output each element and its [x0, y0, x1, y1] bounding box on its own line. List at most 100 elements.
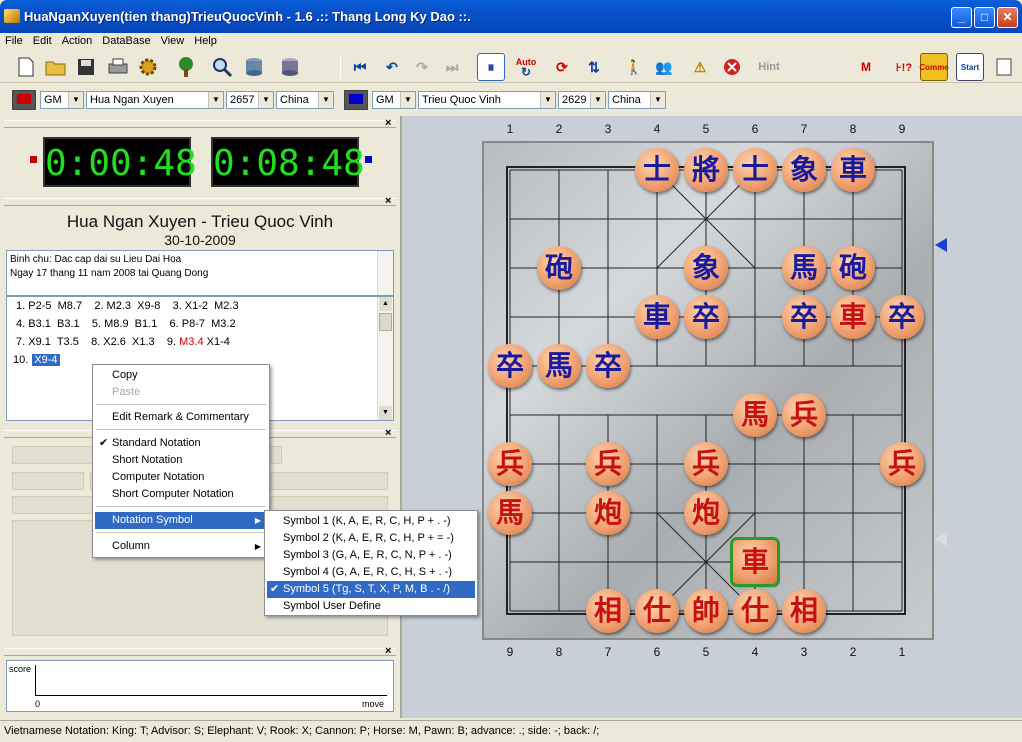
piece-r-cannon-3[interactable]: 炮 [586, 491, 630, 535]
close-button[interactable]: ✕ [997, 7, 1018, 28]
remark-box[interactable]: Binh chu: Dac cap dai su Lieu Dai Hoa Ng… [6, 250, 394, 296]
menu-symbol-2[interactable]: Symbol 2 (K, A, E, R, C, H, P + = -) [267, 530, 475, 547]
flip-board-icon[interactable]: ⇅ [580, 53, 608, 81]
piece-b-cannon-r[interactable]: 砲 [831, 246, 875, 290]
piece-r-advisor-l[interactable]: 仕 [635, 589, 679, 633]
piece-r-pawn-3[interactable]: 兵 [586, 442, 630, 486]
maximize-button[interactable]: □ [974, 7, 995, 28]
database-icon[interactable] [240, 53, 268, 81]
blue-title-select[interactable]: GM ▼ [372, 91, 416, 109]
xiangqi-board[interactable] [482, 141, 934, 640]
menu-file[interactable]: File [0, 33, 28, 49]
blue-elo-select[interactable]: 2629 ▼ [558, 91, 606, 109]
selected-move[interactable]: X9-4 [32, 354, 60, 366]
last-move-icon[interactable]: ⏭ [438, 53, 466, 81]
piece-b-elephant-r[interactable]: 象 [782, 148, 826, 192]
menu-symbol-user-define[interactable]: Symbol User Define [267, 598, 475, 615]
start-button[interactable]: Start [956, 53, 984, 81]
menu-copy[interactable]: Copy [95, 367, 267, 384]
search-icon[interactable] [208, 53, 236, 81]
scroll-thumb[interactable] [379, 313, 392, 331]
settings-gear-icon[interactable] [134, 53, 162, 81]
menu-symbol-4[interactable]: Symbol 4 (G, A, E, R, C, H, S + . -) [267, 564, 475, 581]
menu-notation-symbol[interactable]: Notation Symbol ▶ [95, 512, 267, 529]
menu-short-computer-notation[interactable]: Short Computer Notation [95, 486, 267, 503]
piece-r-king[interactable]: 帥 [684, 589, 728, 633]
piece-r-pawn-9[interactable]: 兵 [880, 442, 924, 486]
menu-short-notation[interactable]: Short Notation [95, 452, 267, 469]
piece-b-cannon-l[interactable]: 砲 [537, 246, 581, 290]
menu-computer-notation[interactable]: Computer Notation [95, 469, 267, 486]
tree-icon[interactable] [172, 53, 200, 81]
piece-r-horse-1[interactable]: 馬 [488, 491, 532, 535]
rotate-board-icon[interactable]: ⟳ [548, 53, 576, 81]
menu-symbol-1[interactable]: Symbol 1 (K, A, E, R, C, H, P + . -) [267, 513, 475, 530]
save-icon[interactable] [72, 53, 100, 81]
red-elo-select[interactable]: 2657 ▼ [226, 91, 274, 109]
menu-paste[interactable]: Paste [95, 384, 267, 401]
move-row[interactable]: 7. X9.1 T3.5 8. X2.6 X1.3 9. M3.4 X1-4 [13, 334, 230, 350]
piece-b-chariot-r[interactable]: 車 [831, 148, 875, 192]
redo-icon[interactable]: ↷ [408, 53, 436, 81]
pause-icon[interactable]: ⏸ [477, 53, 505, 81]
minimize-button[interactable]: _ [951, 7, 972, 28]
piece-r-horse-6[interactable]: 馬 [733, 393, 777, 437]
scroll-down-icon[interactable]: ▼ [379, 406, 392, 420]
piece-b-advisor-l[interactable]: 士 [635, 148, 679, 192]
red-country-select[interactable]: China ▼ [276, 91, 334, 109]
move-list-scrollbar[interactable]: ▲ ▼ [377, 297, 393, 420]
piece-r-pawn-1[interactable]: 兵 [488, 442, 532, 486]
piece-b-pawn-5[interactable]: 卒 [684, 295, 728, 339]
print-icon[interactable] [104, 53, 132, 81]
piece-b-pawn-7[interactable]: 卒 [782, 295, 826, 339]
players-icon[interactable]: 👥 [650, 53, 678, 81]
red-player-select[interactable]: Hua Ngan Xuyen ▼ [86, 91, 224, 109]
piece-b-elephant-m[interactable]: 象 [684, 246, 728, 290]
piece-b-king[interactable]: 將 [684, 148, 728, 192]
menu-view[interactable]: View [156, 33, 190, 49]
piece-b-horse-r[interactable]: 馬 [782, 246, 826, 290]
menu-symbol-5[interactable]: ✔ Symbol 5 (Tg, S, T, X, P, M, B . - /) [267, 581, 475, 598]
menu-edit-remark[interactable]: Edit Remark & Commentary [95, 409, 267, 426]
move-annotation-icon[interactable]: M [852, 53, 880, 81]
menu-edit[interactable]: Edit [28, 33, 57, 49]
database-export-icon[interactable] [276, 53, 304, 81]
piece-r-pawn-7[interactable]: 兵 [782, 393, 826, 437]
menu-standard-notation[interactable]: ✔ Standard Notation [95, 435, 267, 452]
auto-play-button[interactable]: Auto ↻ [512, 53, 540, 81]
menu-help[interactable]: Help [189, 33, 222, 49]
move-row[interactable]: 1. P2-5 M8.7 2. M2.3 X9-8 3. X1-2 M2.3 [13, 298, 239, 314]
warning-icon[interactable]: ⚠ [686, 53, 714, 81]
new-file-icon[interactable] [12, 53, 40, 81]
remark-scrollbar[interactable] [377, 251, 393, 295]
scroll-up-icon[interactable]: ▲ [379, 297, 392, 311]
move-row[interactable]: 4. B3.1 B3.1 5. M8.9 B1.1 6. P8-7 M3.2 [13, 316, 236, 332]
piece-b-advisor-r[interactable]: 士 [733, 148, 777, 192]
piece-r-chariot[interactable]: 車 [730, 537, 780, 587]
blue-player-select[interactable]: Trieu Quoc Vinh ▼ [418, 91, 556, 109]
undo-icon[interactable]: ↶ [378, 53, 406, 81]
evaluation-icon[interactable]: ⊦!? [890, 53, 918, 81]
menu-symbol-3[interactable]: Symbol 3 (G, A, E, R, C, N, P + . -) [267, 547, 475, 564]
first-move-icon[interactable]: ⏮ [346, 53, 374, 81]
piece-b-pawn-1[interactable]: 卒 [488, 344, 532, 388]
red-title-select[interactable]: GM ▼ [40, 91, 84, 109]
walk-icon[interactable]: 🚶 [620, 53, 648, 81]
piece-b-pawn-9[interactable]: 卒 [880, 295, 924, 339]
panel-icon[interactable] [990, 53, 1018, 81]
piece-r-elephant-l[interactable]: 相 [586, 589, 630, 633]
piece-b-chariot-l[interactable]: 車 [635, 295, 679, 339]
piece-r-pawn-5[interactable]: 兵 [684, 442, 728, 486]
comment-button[interactable]: Comme [919, 53, 949, 81]
piece-r-cannon-5[interactable]: 炮 [684, 491, 728, 535]
menu-database[interactable]: DataBase [97, 33, 155, 49]
stop-icon[interactable] [718, 53, 746, 81]
move-row[interactable]: 10. X9-4 [13, 352, 60, 368]
menu-column[interactable]: Column ▶ [95, 538, 267, 555]
piece-b-pawn-3[interactable]: 卒 [586, 344, 630, 388]
open-folder-icon[interactable] [42, 53, 70, 81]
piece-b-chariot-8[interactable]: 車 [831, 295, 875, 339]
piece-r-advisor-r[interactable]: 仕 [733, 589, 777, 633]
menu-action[interactable]: Action [57, 33, 98, 49]
hint-button[interactable]: Hint [752, 53, 786, 81]
